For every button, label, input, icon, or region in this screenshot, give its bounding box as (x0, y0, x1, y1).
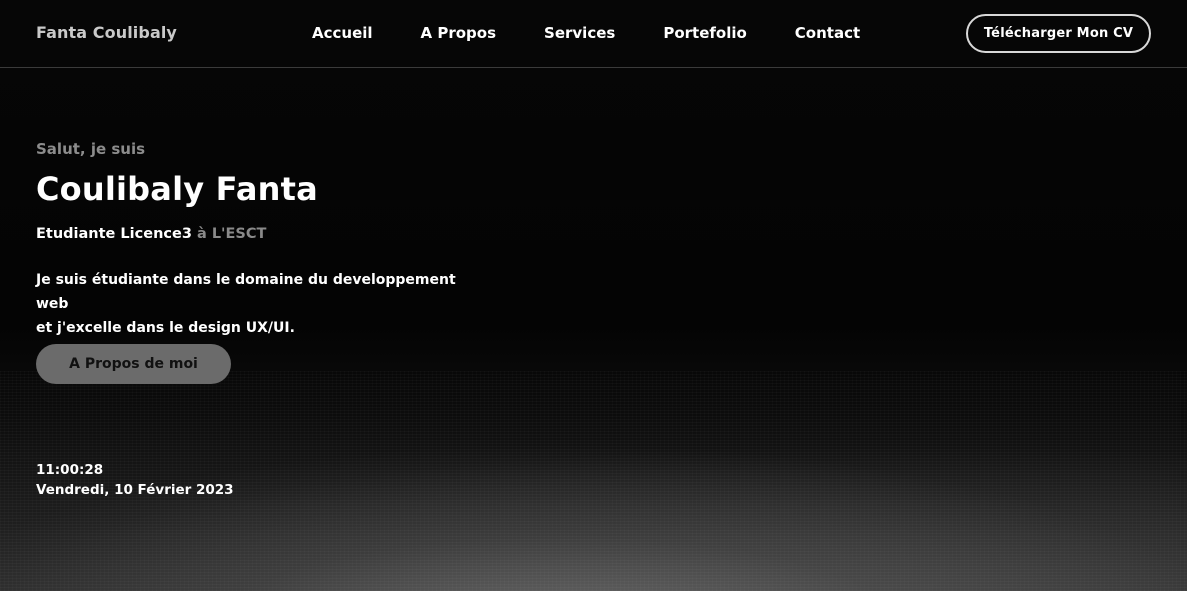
hero-section: Salut, je suis Coulibaly Fanta Etudiante… (36, 140, 476, 384)
hero-description-line-2: et j'excelle dans le design UX/UI. (36, 320, 295, 336)
nav-link-services[interactable]: Services (544, 24, 615, 42)
nav-link-portefolio[interactable]: Portefolio (663, 24, 746, 42)
hero-subtitle: Etudiante Licence3 à L'ESCT (36, 226, 476, 242)
hero-greeting: Salut, je suis (36, 140, 146, 158)
hero-description: Je suis étudiante dans le domaine du dev… (36, 268, 476, 340)
navbar: Fanta Coulibaly Accueil A Propos Service… (0, 0, 1187, 68)
brand-logo[interactable]: Fanta Coulibaly (36, 23, 177, 42)
clock-time: 11:00:28 (36, 462, 104, 478)
clock-widget: 11:00:28 Vendredi, 10 Février 2023 (36, 460, 234, 500)
download-cv-button[interactable]: Télécharger Mon CV (966, 14, 1151, 53)
clock-date: Vendredi, 10 Février 2023 (36, 482, 234, 498)
hero-description-line-1: Je suis étudiante dans le domaine du dev… (36, 272, 456, 312)
nav-links: Accueil A Propos Services Portefolio Con… (312, 24, 908, 42)
nav-link-accueil[interactable]: Accueil (312, 24, 373, 42)
about-me-button[interactable]: A Propos de moi (36, 344, 231, 384)
hero-level: Etudiante Licence3 (36, 226, 192, 242)
nav-link-a-propos[interactable]: A Propos (421, 24, 497, 42)
hero-name: Coulibaly Fanta (36, 170, 318, 208)
hero-school: à L'ESCT (196, 226, 267, 242)
nav-link-contact[interactable]: Contact (795, 24, 860, 42)
